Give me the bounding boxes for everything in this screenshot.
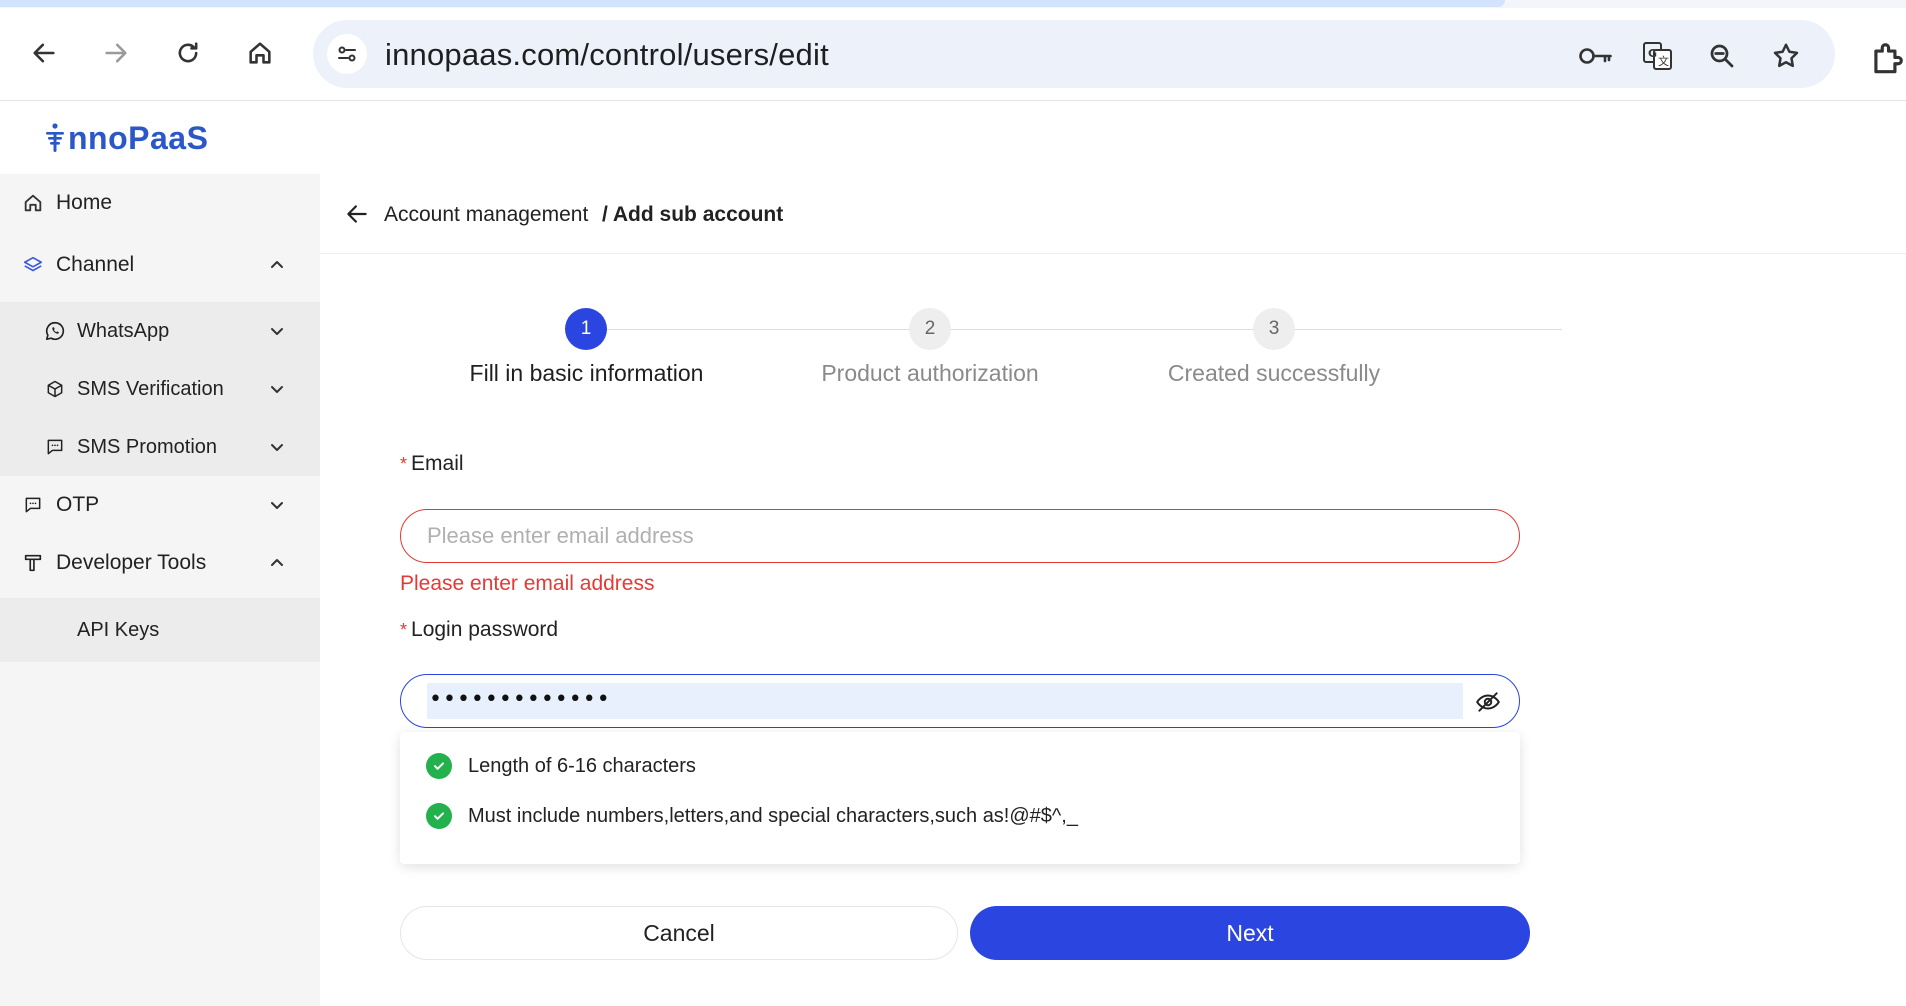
- password-label-text: Login password: [411, 618, 559, 641]
- sidebar-item-label: SMS Verification: [77, 377, 224, 400]
- check-circle-icon: [426, 803, 452, 829]
- sidebar-item-channel[interactable]: Channel: [0, 236, 320, 294]
- whatsapp-icon: [43, 319, 67, 343]
- logo-text: nnoPaaS: [68, 119, 209, 156]
- zoom-icon[interactable]: [1703, 37, 1741, 75]
- rule-text: Must include numbers,letters,and special…: [468, 804, 1078, 827]
- back-arrow-icon[interactable]: [24, 33, 64, 73]
- tab-strip: [0, 0, 1906, 8]
- rule-text: Length of 6-16 characters: [468, 754, 696, 777]
- tool-icon: [21, 551, 45, 575]
- translate-icon[interactable]: G文: [1639, 37, 1677, 75]
- svg-text:文: 文: [1658, 54, 1669, 68]
- required-mark: *: [400, 620, 408, 640]
- site-settings-icon[interactable]: [327, 34, 367, 74]
- back-arrow-icon[interactable]: [344, 201, 370, 227]
- chevron-down-icon: [266, 494, 288, 516]
- chat-icon: [21, 493, 45, 517]
- sidebar-item-sms-promotion[interactable]: SMS Promotion: [0, 418, 320, 476]
- innopaas-logo[interactable]: nnoPaaS: [44, 118, 208, 158]
- bookmark-star-icon[interactable]: [1767, 37, 1805, 75]
- password-key-icon[interactable]: [1577, 37, 1615, 75]
- cancel-button[interactable]: Cancel: [400, 906, 958, 960]
- password-label: * Login password: [400, 618, 558, 642]
- breadcrumb: Account management / Add sub account: [320, 174, 1906, 254]
- active-tab[interactable]: [0, 0, 1505, 7]
- sidebar-item-label: API Keys: [77, 618, 160, 641]
- sidebar-item-whatsapp[interactable]: WhatsApp: [0, 302, 320, 360]
- sidebar-item-label: Channel: [56, 253, 135, 276]
- home-icon[interactable]: [240, 33, 280, 73]
- url-text[interactable]: innopaas.com/control/users/edit: [385, 37, 829, 73]
- password-rule-length: Length of 6-16 characters: [426, 752, 696, 780]
- home-icon: [21, 191, 45, 215]
- sidebar-item-otp[interactable]: OTP: [0, 476, 320, 534]
- layers-icon: [21, 253, 45, 277]
- email-label-text: Email: [411, 452, 464, 475]
- password-rules-popover: Length of 6-16 characters Must include n…: [400, 732, 1520, 864]
- sidebar: Home Channel WhatsApp SMS Verification S…: [0, 174, 320, 1006]
- breadcrumb-current: / Add sub account: [602, 203, 784, 226]
- step-2-label: Product authorization: [821, 360, 1039, 386]
- sidebar-item-label: WhatsApp: [77, 319, 170, 342]
- address-bar[interactable]: innopaas.com/control/users/edit G文: [313, 20, 1835, 88]
- logo-mark-icon: [46, 123, 64, 152]
- step-1-indicator: 1: [565, 308, 607, 350]
- chevron-down-icon: [266, 436, 288, 458]
- sidebar-item-sms-verification[interactable]: SMS Verification: [0, 360, 320, 418]
- svg-text:G: G: [1648, 47, 1657, 60]
- step-2-indicator: 2: [909, 308, 951, 350]
- cube-icon: [43, 377, 67, 401]
- forward-arrow-icon[interactable]: [96, 33, 136, 73]
- reload-icon[interactable]: [168, 33, 208, 73]
- sidebar-item-developer-tools[interactable]: Developer Tools: [0, 534, 320, 592]
- email-label: * Email: [400, 452, 464, 476]
- sidebar-item-home[interactable]: Home: [0, 174, 320, 232]
- sidebar-item-label: SMS Promotion: [77, 435, 218, 458]
- main-content: Account management / Add sub account 1 2…: [320, 174, 1906, 1006]
- step-3-indicator: 3: [1253, 308, 1295, 350]
- chevron-down-icon: [266, 378, 288, 400]
- step-1-label: Fill in basic information: [469, 360, 704, 386]
- browser-toolbar: innopaas.com/control/users/edit G文: [0, 8, 1906, 101]
- required-mark: *: [400, 454, 408, 474]
- check-circle-icon: [426, 753, 452, 779]
- next-button[interactable]: Next: [970, 906, 1530, 960]
- sidebar-item-label: Home: [56, 191, 113, 214]
- extensions-icon[interactable]: [1868, 40, 1906, 78]
- chevron-down-icon: [266, 320, 288, 342]
- step-3-label: Created successfully: [1167, 360, 1381, 386]
- password-rule-complexity: Must include numbers,letters,and special…: [426, 802, 1078, 830]
- password-field[interactable]: •••••••••••••: [400, 674, 1520, 728]
- app-header: nnoPaaS: [0, 102, 1906, 174]
- email-error-message: Please enter email address: [400, 572, 655, 595]
- chat-icon: [43, 435, 67, 459]
- email-field[interactable]: [400, 509, 1520, 563]
- password-input[interactable]: •••••••••••••: [429, 687, 611, 712]
- chevron-up-icon: [266, 254, 288, 276]
- sidebar-item-label: Developer Tools: [56, 551, 207, 574]
- email-input[interactable]: [427, 520, 1427, 552]
- eye-off-icon[interactable]: [1475, 689, 1501, 715]
- breadcrumb-parent-link[interactable]: Account management: [384, 203, 588, 227]
- sidebar-item-label: OTP: [56, 493, 100, 516]
- chevron-up-icon: [266, 552, 288, 574]
- sidebar-item-api-keys[interactable]: API Keys: [0, 598, 320, 662]
